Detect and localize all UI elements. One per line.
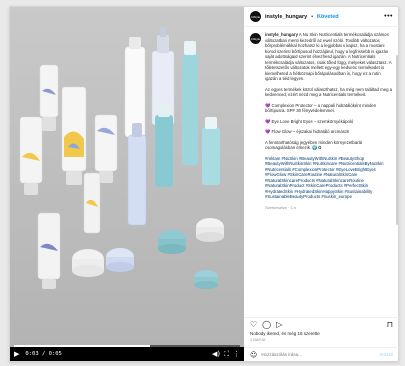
- bookmark-icon[interactable]: ⊓: [387, 320, 393, 329]
- bottle-blue-tall: [127, 123, 147, 226]
- heart-icon[interactable]: ♡: [250, 320, 257, 329]
- post-comment-button[interactable]: Közzé: [380, 352, 393, 357]
- bottle-aqua-short: [202, 117, 220, 185]
- play-icon[interactable]: ▶: [14, 350, 19, 358]
- post-header: InStyle instyle_hungary • Követed •••: [244, 7, 399, 27]
- video-time: 0:03 / 0:05: [25, 351, 62, 357]
- product-video-frame[interactable]: [10, 7, 244, 347]
- likes-summary[interactable]: Nobody ikered, és még 18 szerette: [244, 331, 399, 338]
- tube-slim: [83, 172, 101, 234]
- jar-aqua: [158, 230, 186, 254]
- jar-small-right: [194, 270, 218, 289]
- bottle-aqua-mid: [155, 105, 173, 187]
- caption-avatar[interactable]: InStyle: [250, 33, 261, 44]
- separator-dot: •: [311, 13, 313, 20]
- caption-handle[interactable]: instyle_hungary: [265, 32, 298, 37]
- jar-white: [196, 218, 224, 242]
- video-player[interactable]: ▶ 0:03 / 0:05 ◀) ⛶ ⋮: [10, 7, 244, 361]
- following-button[interactable]: Követed: [317, 14, 339, 20]
- account-handle[interactable]: instyle_hungary: [265, 14, 307, 20]
- jar-left: [71, 248, 105, 277]
- caption-paragraph-2: Az egyes termékek közül választhatsz, ha…: [265, 86, 393, 98]
- more-options-icon[interactable]: •••: [384, 13, 393, 20]
- caption-paragraph-1: A Nu Skin Nutricentials termékcsaládja s…: [265, 32, 392, 81]
- volume-icon[interactable]: ◀): [212, 350, 220, 358]
- post-sidebar: InStyle instyle_hungary • Követed ••• In…: [244, 7, 399, 361]
- comment-bar: ☺ Közzé: [244, 347, 399, 361]
- caption-meta: Szerkesztve · 1 h: [265, 204, 296, 210]
- action-bar: ♡ ◯ ▷ ⊓: [244, 317, 399, 331]
- caption-paragraph-4: 💜 Eye Love Bright Eyes – szemkörnyékápol…: [265, 118, 354, 124]
- more-icon[interactable]: ⋮: [233, 350, 240, 358]
- tube-left: [39, 64, 59, 131]
- comment-input[interactable]: [261, 352, 376, 357]
- scrollbar[interactable]: [396, 55, 398, 225]
- caption-paragraph-3: 💜 Complexion Protector – a nappali hidra…: [265, 102, 377, 114]
- share-icon[interactable]: ▷: [276, 320, 282, 329]
- post-caption: instyle_hungary A Nu Skin Nutricentials …: [265, 32, 393, 210]
- bottle-white-tall: [124, 37, 146, 138]
- bottle-aqua-tall: [182, 41, 198, 165]
- comment-icon[interactable]: ◯: [262, 320, 271, 329]
- caption-paragraph-6: A fenntarthatóság jegyében minden környe…: [265, 139, 363, 151]
- hashtags[interactable]: #reklam #NuSkin #BeautyWithNuSkin #Beaut…: [265, 156, 393, 200]
- caption-area[interactable]: InStyle instyle_hungary A Nu Skin Nutric…: [244, 27, 399, 317]
- caption-paragraph-5: 💜 Flow Glow – éjszakai hidratáló arcmasz…: [265, 129, 350, 134]
- emoji-icon[interactable]: ☺: [250, 351, 257, 359]
- post-modal: ▶ 0:03 / 0:05 ◀) ⛶ ⋮ InStyle instyle_hun…: [9, 6, 399, 362]
- tube-wide: [61, 86, 87, 185]
- tube-front-2: [37, 212, 61, 289]
- video-controls: ▶ 0:03 / 0:05 ◀) ⛶ ⋮: [10, 347, 244, 361]
- post-date: 1 NAPJA: [250, 338, 266, 342]
- jar-blue: [106, 248, 134, 272]
- avatar[interactable]: InStyle: [250, 11, 261, 22]
- fullscreen-icon[interactable]: ⛶: [224, 350, 229, 358]
